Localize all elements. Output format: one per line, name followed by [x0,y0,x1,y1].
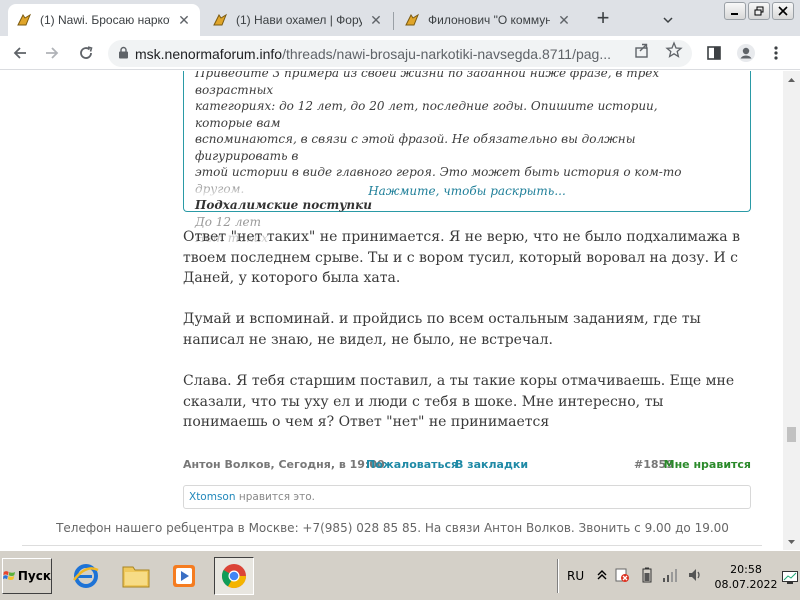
tab-separator [393,12,394,30]
scroll-up-icon[interactable] [783,71,800,88]
tab-close-icon[interactable]: ✕ [368,12,384,28]
language-indicator[interactable]: RU [567,569,584,583]
quote-line: категориях: до 12 лет, до 20 лет, послед… [195,99,658,130]
window-controls [722,2,794,20]
minimize-button[interactable] [724,2,746,20]
tab-nawi-thread[interactable]: (1) Nawi. Бросаю наркоти ✕ [8,4,200,36]
like-link[interactable]: Мне нравится [664,458,751,471]
clock-date: 08.07.2022 [714,578,778,591]
arrow-left-icon [13,47,26,59]
scroll-down-icon[interactable] [783,533,800,550]
quote-expand-link[interactable]: Нажмите, чтобы раскрыть... [184,184,750,198]
start-label: Пуск [17,569,51,583]
quote-body: Приведите 3 примера из своей жизни по за… [195,71,715,247]
message-paragraph: Ответ "нет таких" не принимается. Я не в… [183,229,740,286]
lock-icon [118,46,129,62]
url-path: /threads/nawi-brosaju-narkotiki-navsegda… [282,45,611,62]
signal-strength-icon[interactable] [662,567,678,583]
restore-icon [754,6,764,16]
forum-favicon-icon [16,12,32,28]
message-paragraph: Слава. Я тебя старшим поставил, а ты так… [183,373,735,430]
bookmark-link[interactable]: В закладки [455,458,528,471]
tab-strip: (1) Nawi. Бросаю наркоти ✕ (1) Нави охам… [0,0,800,36]
reload-button[interactable] [74,41,98,65]
side-panel-button[interactable] [702,41,726,65]
media-player-launcher[interactable] [164,557,204,595]
battery-icon[interactable] [639,567,655,583]
menu-button[interactable] [764,41,788,65]
media-player-icon [173,565,195,587]
tab-title: (1) Нави охамел | Форум [236,13,362,27]
tab-filonovich[interactable]: Филонович "О коммунист ✕ [396,4,580,36]
start-button[interactable]: Пуск [2,558,52,594]
chrome-taskbar-button[interactable] [214,557,254,595]
clock-time: 20:58 [730,563,762,576]
quote-line: вспоминаются, в связи с этой фразой. Не … [195,132,636,163]
quote-block: Приведите 3 примера из своей жизни по за… [183,71,751,245]
profile-button[interactable] [734,41,758,65]
browser-toolbar: msk.nenormaforum.info /threads/nawi-bros… [0,36,800,70]
forum-favicon-icon [212,12,228,28]
security-alert-icon[interactable] [614,567,630,583]
tray-expand-icon[interactable] [594,567,610,583]
forward-button[interactable] [40,41,64,65]
reload-icon [80,46,93,59]
avatar-icon [737,44,755,62]
tab-title: (1) Nawi. Бросаю наркоти [40,13,170,27]
likes-summary: Xtomson нравится это. [183,485,751,509]
side-panel-icon [707,46,721,60]
internet-explorer-icon [73,564,99,588]
file-explorer-launcher[interactable] [116,557,156,595]
tab-close-icon[interactable]: ✕ [556,12,572,28]
quote-line: Приведите 3 примера из своей жизни по за… [195,71,660,97]
forum-favicon-icon [404,12,420,28]
scrollbar-thumb[interactable] [787,427,796,442]
page-scrollbar[interactable] [783,71,800,550]
likes-suffix: нравится это. [235,491,316,503]
back-button[interactable] [8,41,32,65]
arrow-right-icon [46,47,59,59]
post-meta: Антон Волков, Сегодня, в 19:00 Пожаловат… [183,458,751,474]
tab-close-icon[interactable]: ✕ [176,12,192,28]
share-icon[interactable] [633,41,651,59]
report-link[interactable]: Пожаловаться [366,458,458,471]
quote-heading: Подхалимские поступки [195,198,372,212]
footer-contact-text: Телефон нашего ребцентра в Москве: +7(98… [56,521,729,535]
page-viewport: Приведите 3 примера из своей жизни по за… [0,71,800,550]
tab-navi-forum[interactable]: (1) Нави охамел | Форум ✕ [204,4,392,36]
tab-title: Филонович "О коммунист [428,13,550,27]
message-paragraph: Думай и вспоминай. и пройдись по всем ос… [183,311,701,348]
chevron-down-icon [663,17,673,24]
address-bar[interactable]: msk.nenormaforum.info /threads/nawi-bros… [108,40,692,67]
folder-icon [122,566,150,588]
windows-logo-icon [3,571,16,581]
volume-icon[interactable] [687,567,703,583]
bookmark-star-icon[interactable] [665,41,683,59]
new-tab-button[interactable]: + [590,6,616,32]
liker-username[interactable]: Xtomson [189,491,236,503]
tray-clock[interactable]: 20:58 08.07.2022 [712,562,780,592]
show-desktop-icon[interactable] [782,571,798,585]
url-host: msk.nenormaforum.info [135,45,283,62]
divider [22,545,762,546]
minimize-icon [731,13,738,15]
close-icon [778,6,788,16]
taskbar: Пуск RU 20:58 08.07.2022 [0,550,800,600]
tab-search-button[interactable] [662,4,682,36]
internet-explorer-launcher[interactable] [66,557,106,595]
kebab-menu-icon [774,46,778,60]
restore-button[interactable] [748,2,770,20]
chrome-icon [221,564,246,589]
tray-divider [557,559,559,593]
close-window-button[interactable] [772,2,794,20]
post-author-time[interactable]: Антон Волков, Сегодня, в 19:00 [183,458,385,471]
